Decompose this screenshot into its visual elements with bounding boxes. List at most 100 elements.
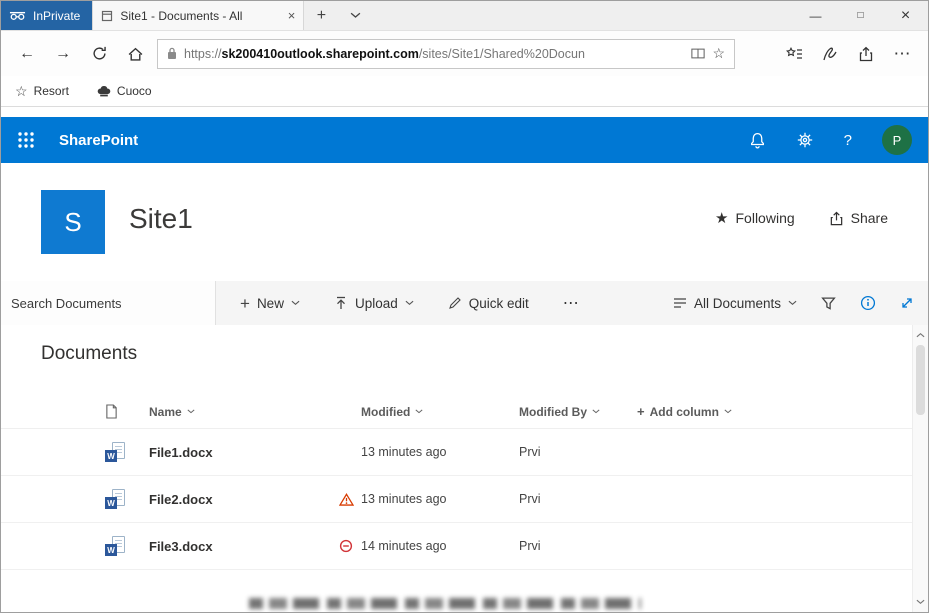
scrollbar-thumb[interactable] [916,345,925,415]
tab-bar: InPrivate Site1 - Documents - All × + — … [1,1,928,31]
minimize-button[interactable]: — [793,1,838,30]
fullscreen-button[interactable] [900,296,914,310]
table-row[interactable]: W File2.docx 13 minutes ago Prvi [1,476,912,523]
account-avatar[interactable]: P [882,125,912,155]
pencil-icon [448,296,462,310]
word-file-icon: W [105,489,127,509]
url-scheme: https:// [184,47,222,61]
site-header: S Site1 ★ Following Share [1,163,928,281]
status-cell [339,493,361,506]
following-button[interactable]: ★ Following [715,209,795,227]
site-logo[interactable]: S [41,190,105,254]
cuoco-favicon-icon [97,85,111,97]
window-controls: — □ × [793,1,928,30]
upload-button[interactable]: Upload [334,296,414,311]
inprivate-badge: InPrivate [1,1,92,30]
share-label: Share [851,210,888,226]
refresh-icon [92,46,107,61]
vertical-scrollbar[interactable] [912,325,928,612]
app-launcher-waffle-icon[interactable] [17,131,35,149]
file-name-link[interactable]: File2.docx [149,492,339,507]
tab-list-chevron-button[interactable] [338,1,372,30]
command-bar-left: + New Upload Quick edit ⋯ [216,281,579,325]
web-note-pen-button[interactable] [812,36,848,72]
maximize-icon: □ [857,10,863,21]
table-row[interactable]: W File3.docx 14 minutes ago Prvi [1,523,912,570]
quick-edit-label: Quick edit [469,296,529,311]
info-button[interactable] [860,295,876,311]
add-column-button[interactable]: + Add column [637,404,912,419]
modified-by-column-header[interactable]: Modified By [519,405,637,419]
share-icon [858,46,874,62]
notifications-bell-icon[interactable] [749,132,766,149]
suite-bar: SharePoint ? P [1,117,928,163]
site-actions: ★ Following Share [715,209,888,227]
file-name-link[interactable]: File3.docx [149,539,339,554]
share-button[interactable] [848,36,884,72]
inprivate-glasses-icon [9,10,26,21]
upload-label: Upload [355,296,398,311]
favorites-hub-icon [786,47,803,61]
table-row[interactable]: W File1.docx 13 minutes ago Prvi [1,429,912,476]
back-icon: ← [19,45,35,63]
favorite-item-resort[interactable]: ☆ Resort [15,83,69,100]
home-icon [128,47,143,61]
tab-close-icon[interactable]: × [288,8,296,23]
more-actions-button[interactable]: ⋯ [884,36,920,72]
pen-icon [822,46,838,62]
site-share-button[interactable]: Share [829,210,888,226]
view-selector-button[interactable]: All Documents [673,296,797,311]
maximize-button[interactable]: □ [838,1,883,30]
view-label: All Documents [694,296,781,311]
modified-cell: 13 minutes ago [361,445,519,459]
url-box[interactable]: https://sk200410outlook.sharepoint.com/s… [157,39,735,69]
suite-bar-actions: ? P [749,125,912,155]
modified-cell: 13 minutes ago [361,492,519,506]
favorite-item-cuoco[interactable]: Cuoco [97,84,152,98]
forward-button[interactable]: → [45,36,81,72]
modified-cell: 14 minutes ago [361,539,519,553]
settings-gear-icon[interactable] [796,131,814,149]
forward-icon: → [55,45,71,63]
site-share-icon [829,211,844,226]
modified-by-header-label: Modified By [519,405,587,419]
quick-edit-button[interactable]: Quick edit [448,296,529,311]
favorites-hub-button[interactable] [776,36,812,72]
close-button[interactable]: × [883,1,928,30]
command-more-button[interactable]: ⋯ [563,293,579,313]
new-tab-button[interactable]: + [304,1,338,30]
upload-icon [334,296,348,310]
library-search-box[interactable] [1,281,216,325]
back-button[interactable]: ← [9,36,45,72]
close-icon: × [901,7,910,25]
modified-column-header[interactable]: Modified [361,405,519,419]
word-badge: W [105,544,117,556]
scroll-down-arrow[interactable] [913,594,928,610]
chevron-down-icon [724,409,732,414]
chevron-down-icon [788,300,797,306]
filter-button[interactable] [821,296,836,311]
chevron-down-icon [592,409,600,414]
add-favorite-star-icon[interactable]: ☆ [712,45,725,62]
url-text[interactable]: https://sk200410outlook.sharepoint.com/s… [184,47,684,61]
command-bar: + New Upload Quick edit ⋯ [1,281,928,325]
home-button[interactable] [117,36,153,72]
url-path: /sites/Site1/Shared%20Docun [419,47,585,61]
browser-tab[interactable]: Site1 - Documents - All × [92,1,304,30]
plus-icon: + [240,295,250,312]
search-input[interactable] [11,296,205,311]
scroll-up-arrow[interactable] [913,327,928,343]
sharepoint-brand-link[interactable]: SharePoint [59,132,138,149]
word-file-icon: W [105,442,127,462]
file-type-cell: W [105,442,149,462]
help-icon[interactable]: ? [844,132,852,149]
name-column-header[interactable]: Name [149,405,339,419]
new-button[interactable]: + New [240,295,300,312]
refresh-button[interactable] [81,36,117,72]
expand-diagonal-icon [900,296,914,310]
file-name-link[interactable]: File1.docx [149,445,339,460]
file-type-column-header[interactable] [105,404,149,419]
favorite-label: Resort [34,84,69,98]
table-header-row: Name Modified Modified By + Add column [1,395,912,429]
reading-view-icon[interactable] [691,48,705,59]
